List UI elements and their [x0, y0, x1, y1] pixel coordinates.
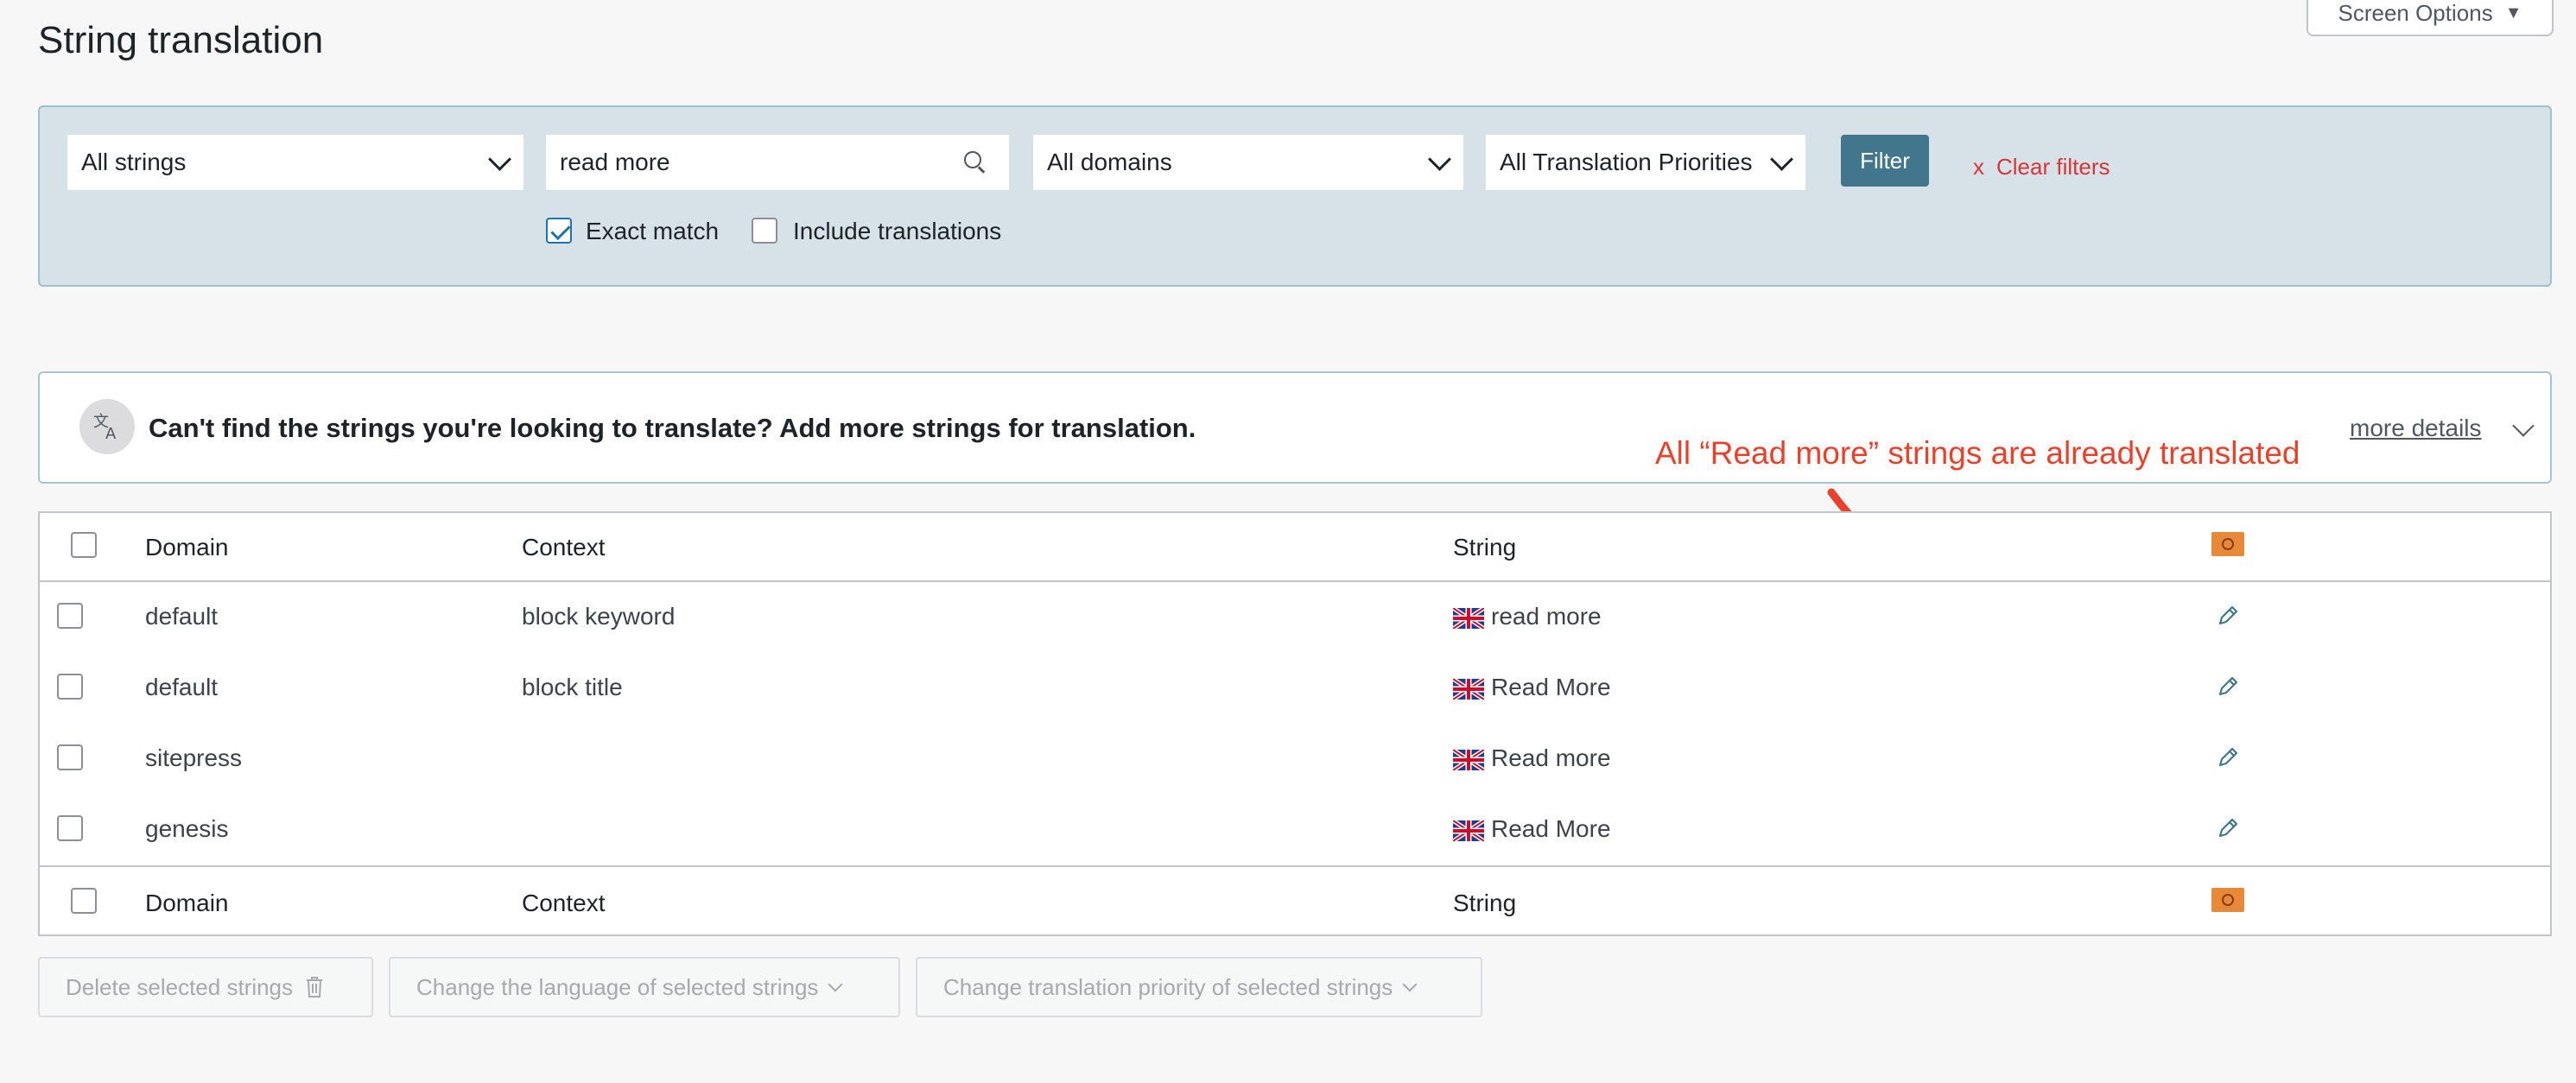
row-checkbox[interactable]	[57, 603, 83, 629]
filter-button[interactable]: Filter	[1841, 135, 1929, 187]
row-context: block title	[522, 674, 623, 700]
priority-value: All Translation Priorities	[1500, 149, 1753, 175]
row-domain: genesis	[145, 815, 229, 842]
exact-match-label: Exact match	[586, 218, 720, 244]
row-string: read more	[1453, 603, 1602, 630]
select-all-footer-checkbox[interactable]	[71, 888, 97, 914]
uk-flag-icon	[1453, 820, 1484, 841]
clear-filters-link[interactable]: x Clear filters	[1973, 154, 2110, 180]
row-string-text: read more	[1491, 603, 1602, 630]
row-string-text: Read more	[1491, 744, 1611, 771]
chevron-down-icon	[488, 147, 511, 171]
uk-flag-icon	[1453, 607, 1484, 629]
trash-icon	[307, 977, 323, 998]
clear-x-icon: x	[1973, 154, 1984, 180]
search-icon	[964, 151, 987, 174]
pencil-edit-icon[interactable]	[2215, 674, 2241, 700]
column-footer-domain[interactable]: Domain	[145, 890, 228, 917]
row-checkbox[interactable]	[57, 744, 83, 770]
change-language-label: Change the language of selected strings	[416, 973, 819, 1000]
filter-panel	[38, 105, 2552, 287]
more-details-link[interactable]: more details	[2350, 415, 2482, 442]
language-flag-icon	[2211, 888, 2244, 912]
language-flag-icon	[2211, 532, 2244, 556]
chevron-down-icon	[1428, 147, 1451, 171]
row-checkbox[interactable]	[57, 815, 83, 841]
clear-filters-label: Clear filters	[1996, 154, 2110, 180]
chevron-down-icon	[828, 977, 843, 992]
change-language-button[interactable]: Change the language of selected strings	[389, 957, 900, 1017]
exact-match-checkbox[interactable]	[546, 218, 572, 244]
row-domain: default	[145, 603, 219, 630]
screen-options-label: Screen Options	[2338, 0, 2493, 26]
string-type-select[interactable]: All strings	[67, 135, 523, 190]
notice-text: Can't find the strings you're looking to…	[149, 413, 1196, 443]
pencil-edit-icon[interactable]	[2215, 744, 2241, 770]
search-value: read more	[560, 149, 670, 175]
column-footer-string[interactable]: String	[1453, 890, 1516, 917]
row-context: block keyword	[522, 603, 676, 630]
search-input[interactable]: read more	[546, 135, 1009, 190]
domain-select[interactable]: All domains	[1033, 135, 1463, 190]
translate-icon: 文 A	[79, 399, 135, 454]
chevron-down-icon	[1402, 977, 1418, 992]
delete-selected-button[interactable]: Delete selected strings	[38, 957, 373, 1017]
row-string-text: Read More	[1491, 674, 1611, 700]
column-header-context[interactable]: Context	[522, 534, 606, 561]
table-header-divider	[40, 580, 2550, 582]
chevron-down-icon	[1770, 147, 1793, 171]
triangle-down-icon: ▼	[2504, 3, 2522, 22]
chevron-down-icon[interactable]	[2512, 415, 2535, 437]
priority-select[interactable]: All Translation Priorities	[1486, 135, 1805, 190]
change-priority-button[interactable]: Change translation priority of selected …	[916, 957, 1482, 1017]
column-footer-context[interactable]: Context	[522, 890, 606, 917]
pencil-edit-icon[interactable]	[2215, 603, 2241, 629]
include-translations-label: Include translations	[793, 218, 1002, 244]
translate-glyph: 文 A	[93, 413, 117, 443]
row-domain: sitepress	[145, 744, 243, 771]
pencil-edit-icon[interactable]	[2215, 815, 2241, 841]
column-header-string[interactable]: String	[1453, 534, 1516, 561]
table-footer-divider	[40, 865, 2550, 867]
column-header-domain[interactable]: Domain	[145, 534, 228, 561]
change-priority-label: Change translation priority of selected …	[943, 973, 1393, 1000]
row-string: Read More	[1453, 674, 1611, 701]
row-string-text: Read More	[1491, 815, 1611, 842]
uk-flag-icon	[1453, 678, 1484, 700]
svg-text:A: A	[105, 425, 117, 443]
uk-flag-icon	[1453, 749, 1484, 770]
row-domain: default	[145, 674, 219, 700]
string-type-value: All strings	[81, 149, 187, 175]
row-string: Read More	[1453, 815, 1611, 843]
row-string: Read more	[1453, 744, 1611, 772]
page-title: String translation	[38, 19, 324, 61]
annotation-text: All “Read more” strings are already tran…	[1655, 435, 2300, 471]
delete-selected-label: Delete selected strings	[66, 973, 294, 1000]
screen-options-button[interactable]: Screen Options ▼	[2306, 0, 2554, 36]
select-all-checkbox[interactable]	[71, 532, 97, 558]
domain-value: All domains	[1047, 149, 1172, 175]
row-checkbox[interactable]	[57, 674, 83, 700]
include-translations-checkbox[interactable]	[752, 218, 777, 244]
strings-table: Domain Context String default block keyw…	[38, 511, 2552, 936]
